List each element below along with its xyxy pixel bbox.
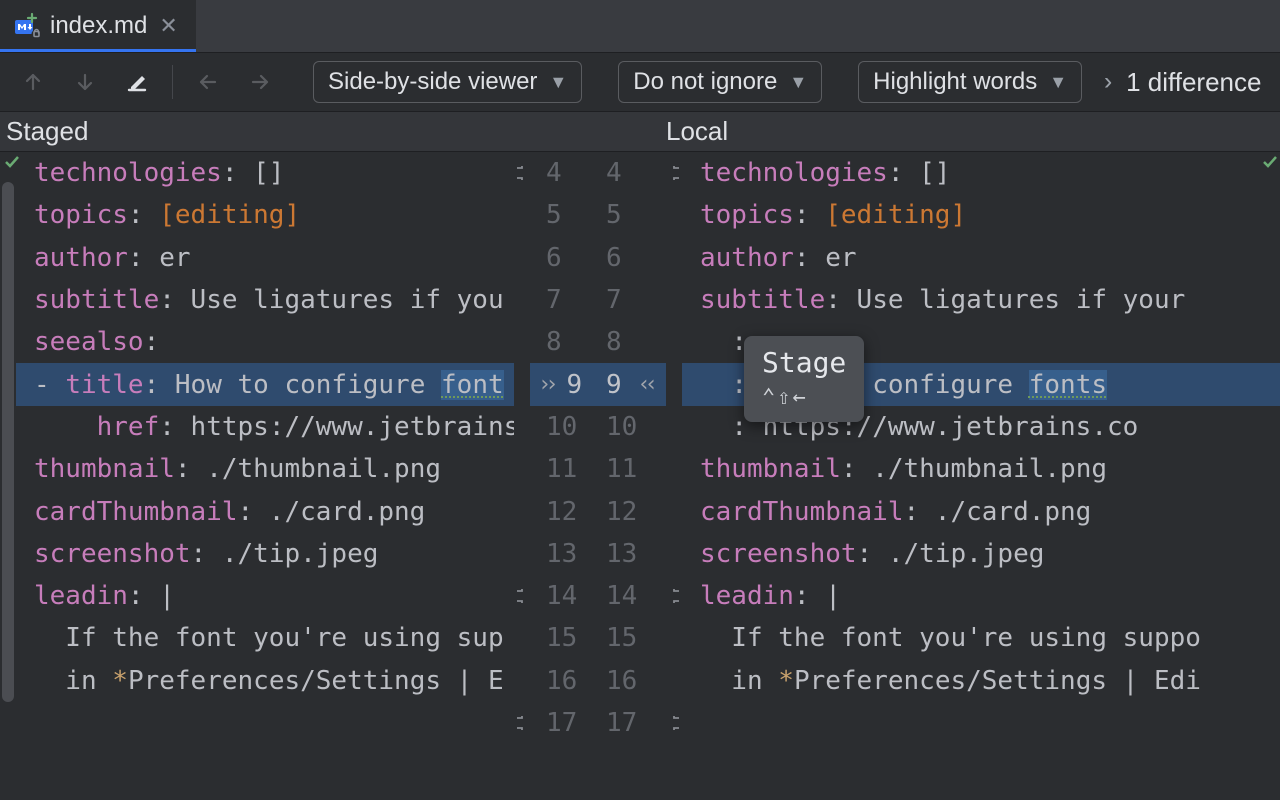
code-line: If the font you're using sup (16, 617, 514, 659)
markdown-file-icon (14, 16, 42, 36)
line-number: 4 (538, 152, 598, 194)
code-line: technologies: [] (16, 152, 514, 194)
chevron-down-icon: ▼ (789, 72, 807, 93)
file-tab-active[interactable]: index.md ✕ (0, 0, 196, 52)
code-line: subtitle: Use ligatures if your (682, 279, 1280, 321)
difference-count: 1 difference (1126, 67, 1261, 98)
code-line: seealso: (16, 321, 514, 363)
line-number: 6 (598, 237, 658, 279)
line-number: 9 (598, 363, 638, 405)
fold-handle-icon[interactable] (666, 152, 682, 194)
diff-view: technologies: [] topics: [editing] autho… (0, 152, 1280, 800)
fold-handle-icon[interactable] (514, 152, 530, 194)
viewer-mode-select[interactable]: Side-by-side viewer ▼ (313, 61, 582, 103)
code-line: technologies: [] (682, 152, 1280, 194)
code-line: leadin: | (16, 575, 514, 617)
tooltip-title: Stage (762, 346, 846, 379)
center-gutter: 44 55 66 77 88 ›› 9 9 ‹‹ 1010 1111 1212 … (530, 152, 666, 800)
left-pane[interactable]: technologies: [] topics: [editing] autho… (16, 152, 514, 800)
chevrons-right-icon: ›› (1104, 68, 1112, 96)
line-number: 8 (598, 321, 658, 363)
left-fold-gutter (514, 152, 530, 800)
right-pane[interactable]: technologies: [] topics: [editing] autho… (682, 152, 1280, 800)
code-line: leadin: | (682, 575, 1280, 617)
line-number: 12 (598, 490, 658, 532)
tab-filename: index.md (50, 12, 147, 40)
fold-handle-icon[interactable] (514, 702, 530, 744)
line-number: 4 (598, 152, 658, 194)
line-number: 13 (538, 533, 598, 575)
merge-left-icon[interactable]: ‹‹ (638, 372, 659, 397)
chevron-down-icon: ▼ (1049, 72, 1067, 93)
code-line: thumbnail: ./thumbnail.png (682, 448, 1280, 490)
right-fold-gutter (666, 152, 682, 800)
code-line: in *Preferences/Settings | Edi (682, 660, 1280, 702)
fold-handle-icon[interactable] (666, 575, 682, 617)
code-line: screenshot: ./tip.jpeg (16, 533, 514, 575)
line-number: 7 (538, 279, 598, 321)
left-pane-title: Staged (0, 116, 532, 147)
right-pane-title: Local (666, 116, 1280, 147)
viewer-mode-label: Side-by-side viewer (328, 68, 537, 96)
line-number: 9 (559, 363, 599, 405)
code-line: in *Preferences/Settings | E (16, 660, 514, 702)
line-number: 15 (598, 617, 658, 659)
stage-action-tooltip: Stage ⌃⇧← (744, 336, 864, 422)
close-tab-button[interactable]: ✕ (155, 13, 181, 39)
code-line: topics: [editing] (682, 194, 1280, 236)
line-number: 7 (598, 279, 658, 321)
ok-checkmark-icon (1262, 154, 1278, 170)
nav-forward-button[interactable] (241, 63, 279, 101)
code-line: author: er (682, 237, 1280, 279)
line-number: 8 (538, 321, 598, 363)
line-number: 5 (598, 194, 658, 236)
fold-handle-icon[interactable] (514, 575, 530, 617)
line-number: 10 (538, 406, 598, 448)
line-number: 16 (598, 660, 658, 702)
pane-headers: Staged Local (0, 112, 1280, 152)
code-line: thumbnail: ./thumbnail.png (16, 448, 514, 490)
code-line: href: https://www.jetbrains. (16, 406, 514, 448)
line-number: 15 (538, 617, 598, 659)
line-number: 5 (538, 194, 598, 236)
code-line-diff: - title: How to configure font (16, 363, 514, 405)
highlight-mode-label: Highlight words (873, 68, 1037, 96)
tooltip-shortcut: ⌃⇧← (762, 385, 846, 410)
scrollbar-thumb[interactable] (2, 182, 14, 702)
code-line: cardThumbnail: ./card.png (682, 490, 1280, 532)
line-number: 14 (538, 575, 598, 617)
tab-bar: index.md ✕ (0, 0, 1280, 52)
line-number: 14 (598, 575, 658, 617)
arrow-down-button[interactable] (66, 63, 104, 101)
line-number: 17 (598, 702, 658, 744)
line-number: 10 (598, 406, 658, 448)
nav-back-button[interactable] (189, 63, 227, 101)
code-line: If the font you're using suppo (682, 617, 1280, 659)
line-number: 17 (538, 702, 598, 744)
left-scrollbar[interactable] (0, 152, 16, 800)
diff-row-center: ›› 9 9 ‹‹ (530, 363, 666, 405)
chevron-down-icon: ▼ (549, 72, 567, 93)
code-line: author: er (16, 237, 514, 279)
code-line: cardThumbnail: ./card.png (16, 490, 514, 532)
edit-pencil-button[interactable] (118, 63, 156, 101)
line-number: 11 (598, 448, 658, 490)
line-number: 12 (538, 490, 598, 532)
highlight-mode-select[interactable]: Highlight words ▼ (858, 61, 1082, 103)
line-number: 13 (598, 533, 658, 575)
ok-checkmark-icon (4, 154, 20, 170)
ignore-mode-label: Do not ignore (633, 68, 777, 96)
toolbar-separator (172, 65, 173, 99)
code-line: subtitle: Use ligatures if you (16, 279, 514, 321)
fold-handle-icon[interactable] (666, 702, 682, 744)
line-number: 11 (538, 448, 598, 490)
code-line: screenshot: ./tip.jpeg (682, 533, 1280, 575)
line-number: 6 (538, 237, 598, 279)
merge-right-icon[interactable]: ›› (538, 372, 559, 397)
code-line: topics: [editing] (16, 194, 514, 236)
line-number: 16 (538, 660, 598, 702)
arrow-up-button[interactable] (14, 63, 52, 101)
diff-toolbar: Side-by-side viewer ▼ Do not ignore ▼ Hi… (0, 52, 1280, 112)
ignore-mode-select[interactable]: Do not ignore ▼ (618, 61, 822, 103)
